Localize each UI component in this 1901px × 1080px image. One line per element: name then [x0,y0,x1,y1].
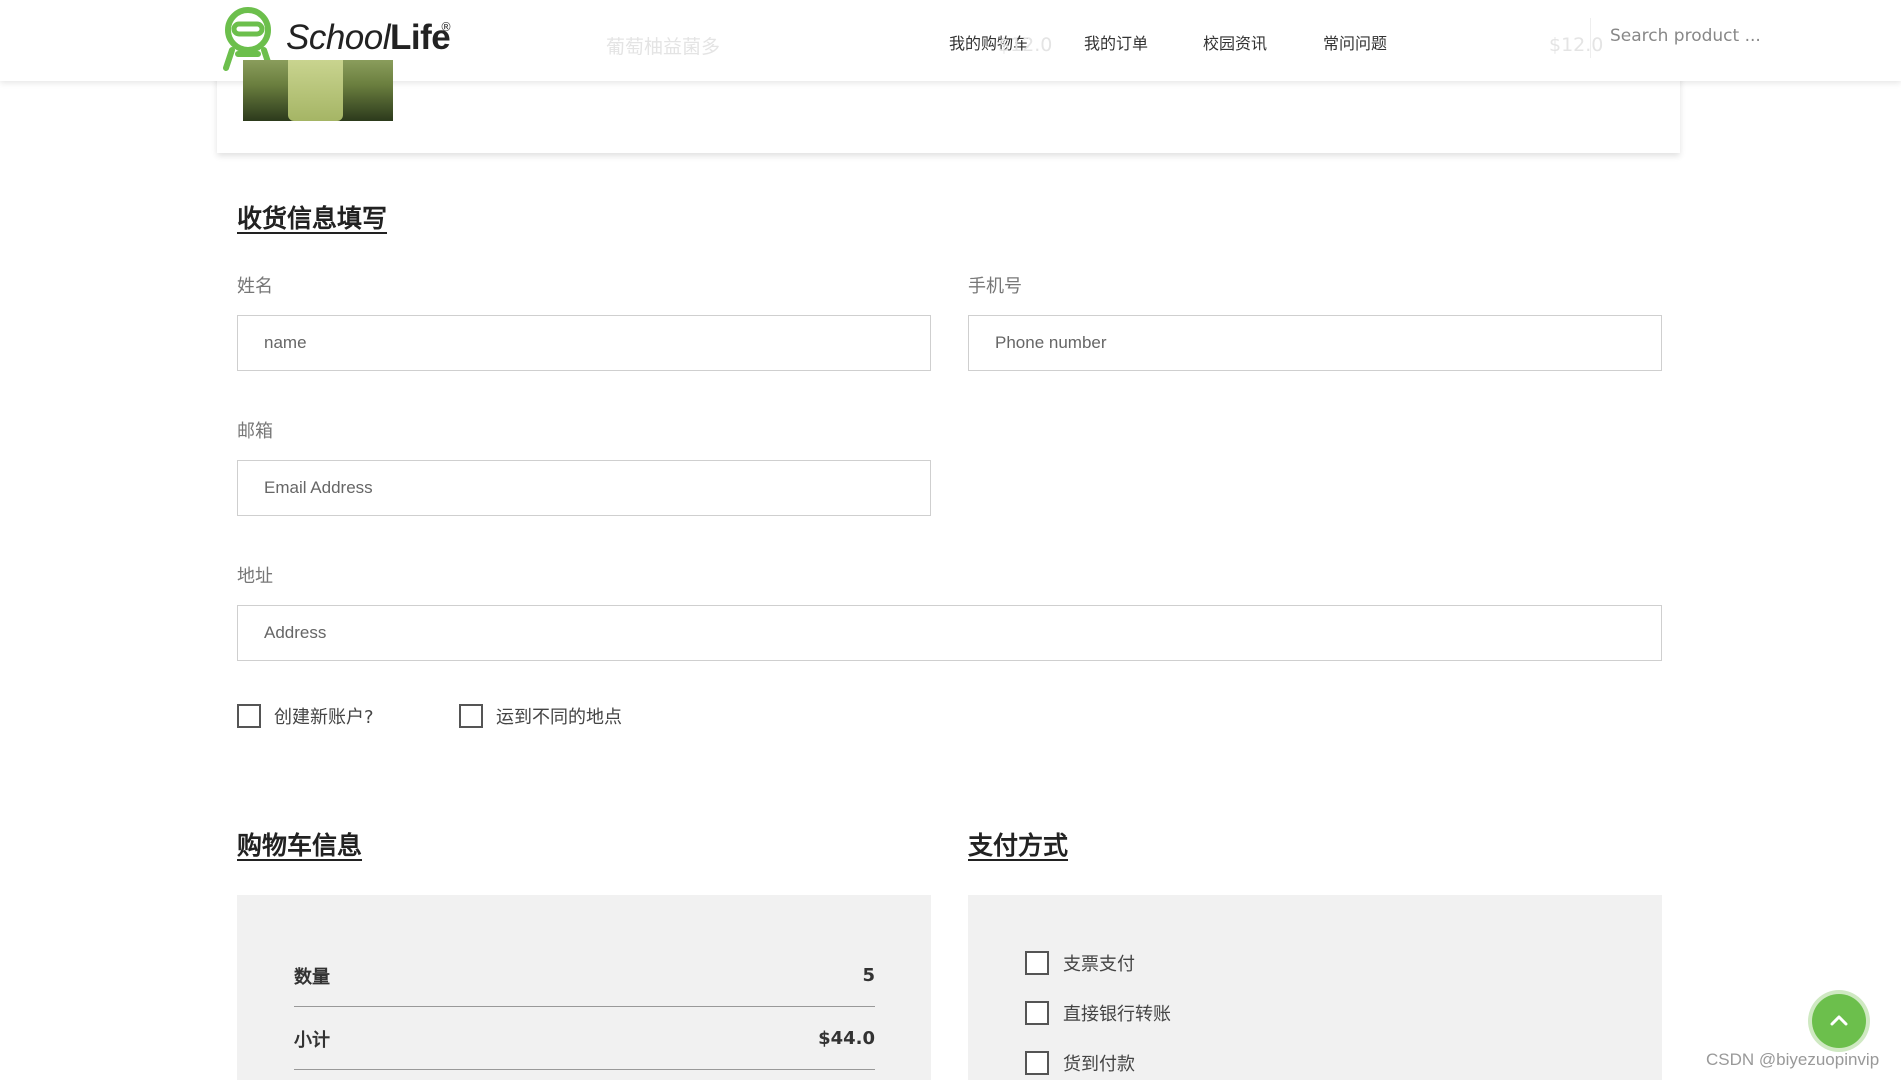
payment-bank-checkbox[interactable] [1025,1001,1049,1025]
cart-info-title: 购物车信息 [237,831,363,860]
nav-news[interactable]: 校园资讯 [1203,30,1267,54]
name-input[interactable] [237,315,931,371]
payment-option-cod[interactable]: 货到付款 [1025,1050,1135,1076]
watermark: CSDN @biyezuopinvip [1706,1050,1880,1069]
cart-product-name: 葡萄柚益菌多 [606,36,721,58]
create-account-checkbox[interactable] [237,704,261,728]
payment-check-label: 支票支付 [1063,954,1135,975]
cart-product-total: $12.0 [1549,34,1604,56]
address-label: 地址 [237,566,273,587]
create-account-label: 创建新账户? [274,707,374,728]
payment-bank-label: 直接银行转账 [1063,1004,1171,1025]
ship-different-label: 运到不同的地点 [496,707,622,728]
payment-option-check[interactable]: 支票支付 [1025,950,1135,976]
subtotal-value: $44.0 [818,1028,875,1049]
back-to-top-button[interactable] [1812,994,1866,1048]
subtotal-label: 小计 [294,1029,330,1051]
quantity-value: 5 [862,965,875,986]
email-label: 邮箱 [237,421,273,442]
logo-text: SchoolLife [286,18,451,57]
search-input[interactable]: Search product ... [1610,26,1761,46]
cart-summary-panel: 数量 5 小计 $44.0 [237,895,931,1080]
phone-label: 手机号 [968,276,1022,297]
payment-panel: 支票支付 直接银行转账 货到付款 [968,895,1662,1080]
nav-faq[interactable]: 常问问题 [1323,30,1387,54]
ship-different-option[interactable]: 运到不同的地点 [459,703,622,729]
summary-row-subtotal: 小计 $44.0 [294,1008,875,1070]
payment-cod-label: 货到付款 [1063,1054,1135,1075]
chevron-up-icon [1830,1015,1848,1026]
phone-input[interactable] [968,315,1662,371]
create-account-option[interactable]: 创建新账户? [237,703,374,729]
email-input[interactable] [237,460,931,516]
ship-different-checkbox[interactable] [459,704,483,728]
summary-row-quantity: 数量 5 [294,945,875,1007]
name-label: 姓名 [237,276,273,297]
quantity-label: 数量 [294,966,330,988]
address-input[interactable] [237,605,1662,661]
logo-registered: ® [440,20,452,34]
cart-product-price: $12.0 [998,34,1053,56]
payment-title: 支付方式 [968,831,1069,860]
product-thumbnail [243,60,393,121]
payment-check-checkbox[interactable] [1025,951,1049,975]
payment-option-bank[interactable]: 直接银行转账 [1025,1000,1171,1026]
shipping-title: 收货信息填写 [237,204,388,233]
nav-orders[interactable]: 我的订单 [1084,30,1148,54]
payment-cod-checkbox[interactable] [1025,1051,1049,1075]
